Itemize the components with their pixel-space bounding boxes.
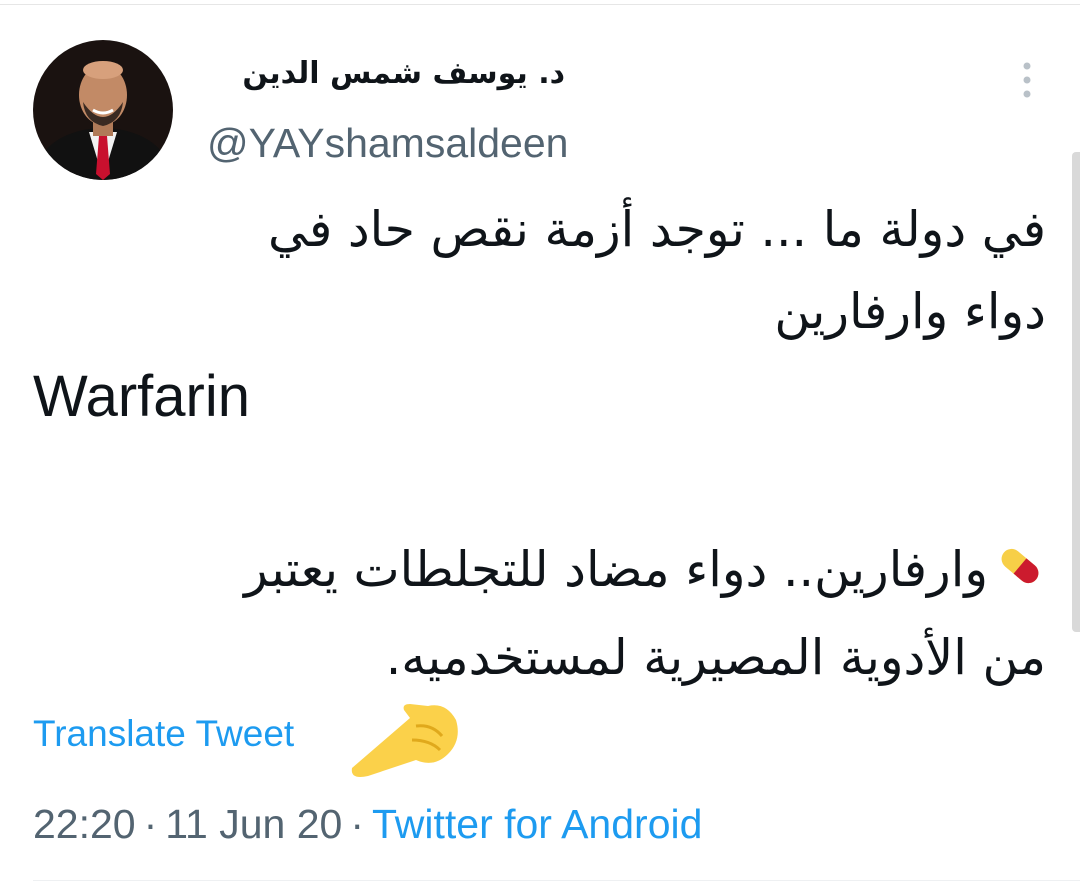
more-vertical-icon[interactable] bbox=[1015, 58, 1039, 102]
tweet-text-line-with-pill: وارفارين.. دواء مضاد للتجلطات يعتبر bbox=[33, 530, 1046, 610]
tweet-source-link[interactable]: Twitter for Android bbox=[372, 801, 702, 847]
tweet-text-line: دواء وارفارين bbox=[774, 283, 1046, 340]
meta-separator: · bbox=[143, 801, 158, 847]
tweet-text-line: من الأدوية المصيرية لمستخدميه. bbox=[385, 629, 1046, 686]
author-display-name[interactable]: د. يوسف شمس الدين bbox=[242, 52, 565, 96]
tweet-text-line: وارفارين.. دواء مضاد للتجلطات يعتبر bbox=[244, 541, 988, 598]
tweet-time: 22:20 bbox=[33, 801, 136, 847]
bottom-divider bbox=[33, 880, 1080, 881]
meta-separator: · bbox=[350, 801, 364, 847]
avatar[interactable] bbox=[33, 40, 173, 180]
scrollbar[interactable] bbox=[1072, 152, 1080, 632]
author-handle[interactable]: @YAYshamsaldeen bbox=[207, 118, 568, 168]
pointing-hand-emoji-icon bbox=[346, 696, 462, 778]
pill-emoji-icon bbox=[994, 536, 1046, 588]
tweet-date: 11 Jun 20 bbox=[165, 801, 343, 847]
top-divider bbox=[0, 4, 1080, 5]
tweet-detail-screen: د. يوسف شمس الدين @YAYshamsaldeen في دول… bbox=[0, 0, 1080, 884]
tweet-meta: 22:20 · 11 Jun 20 · Twitter for Android bbox=[33, 798, 702, 850]
tweet-text-line: في دولة ما ... توجد أزمة نقص حاد في bbox=[268, 201, 1046, 258]
tweet-text-line: Warfarin bbox=[33, 364, 250, 429]
translate-tweet-link[interactable]: Translate Tweet bbox=[33, 712, 294, 756]
